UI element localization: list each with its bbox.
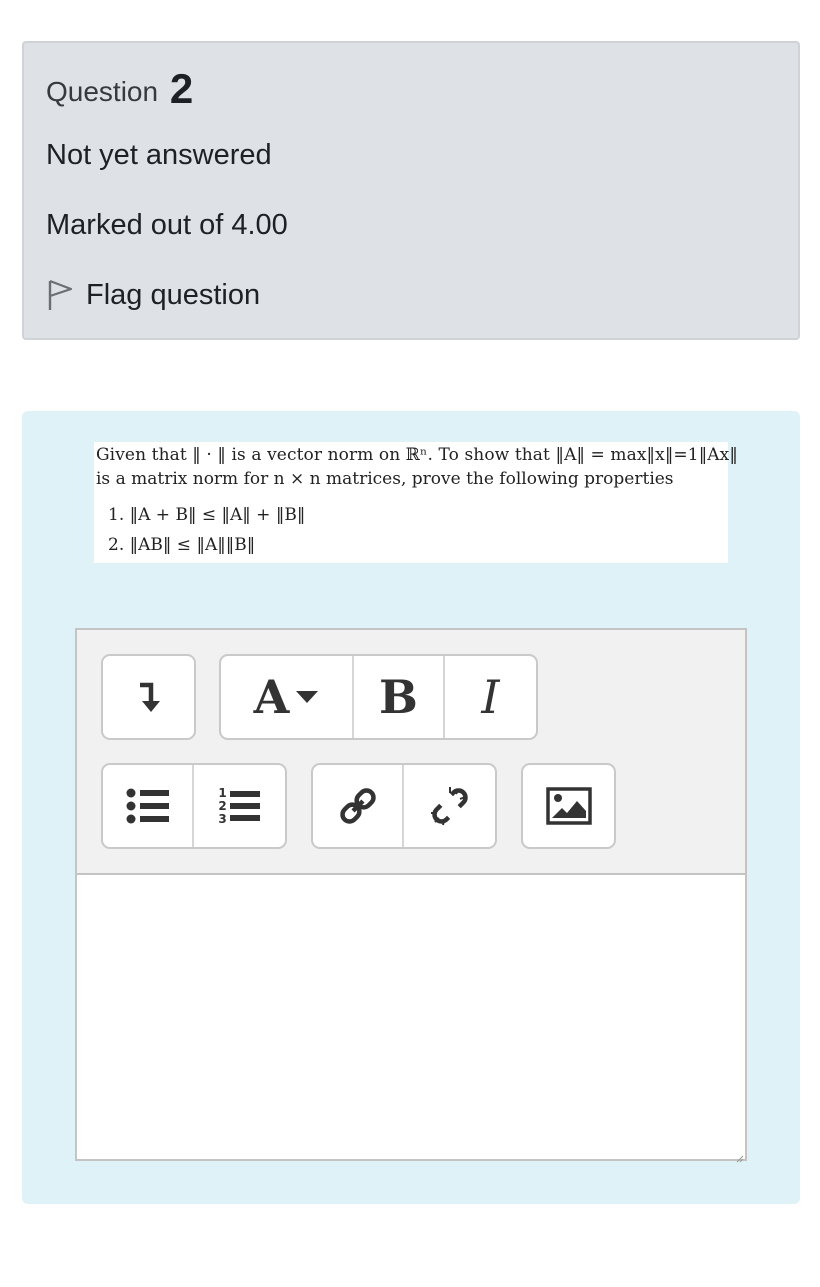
- flag-question-link[interactable]: Flag question: [44, 277, 260, 313]
- paragraph-styles-label: A: [253, 670, 290, 724]
- paragraph-styles-button[interactable]: A: [221, 656, 354, 738]
- question-number: 2: [169, 65, 194, 112]
- list-number: 1: [218, 785, 227, 800]
- numbered-list-icon: 1 2 3: [218, 785, 260, 826]
- property-item: 1. ‖A + B‖ ≤ ‖A‖ + ‖B‖: [108, 505, 306, 525]
- question-intro-line2: is a matrix norm for n × n matrices, pro…: [96, 469, 674, 489]
- question-text-image: Given that ‖ · ‖ is a vector norm on ℝⁿ.…: [94, 442, 738, 563]
- flag-outline-icon: [44, 277, 74, 313]
- toolbar-group-more: [101, 654, 196, 740]
- bold-button[interactable]: B: [354, 656, 445, 738]
- toolbar-group-lists: 1 2 3: [101, 763, 287, 849]
- question-info-panel: Question 2 Not yet answered Marked out o…: [22, 41, 800, 340]
- answer-editor: A B I 1 2 3: [75, 628, 747, 1163]
- question-intro-line1: Given that ‖ · ‖ is a vector norm on ℝⁿ.…: [96, 445, 738, 465]
- list-number: 2: [218, 798, 227, 813]
- unlink-icon: [429, 785, 471, 827]
- flag-question-label: Flag question: [86, 278, 261, 311]
- unlink-button[interactable]: [404, 765, 495, 847]
- link-button[interactable]: [313, 765, 404, 847]
- editor-toolbar: A B I 1 2 3: [77, 630, 745, 875]
- toolbar-group-style: A B I: [219, 654, 538, 740]
- italic-button[interactable]: I: [445, 656, 536, 738]
- question-grade: Marked out of 4.00: [46, 209, 288, 241]
- link-icon: [338, 786, 378, 826]
- toolbar-group-media: [521, 763, 616, 849]
- bold-label: B: [379, 670, 418, 724]
- italic-label: I: [481, 670, 500, 724]
- answer-text-area[interactable]: [77, 875, 745, 1159]
- caret-down-icon: [295, 690, 319, 704]
- image-button[interactable]: [523, 765, 614, 847]
- property-item: 2. ‖AB‖ ≤ ‖A‖‖B‖: [108, 535, 256, 555]
- resize-grip-icon[interactable]: [736, 1150, 744, 1163]
- question-content-panel: Given that ‖ · ‖ is a vector norm on ℝⁿ.…: [22, 411, 800, 1204]
- toolbar-group-links: [311, 763, 497, 849]
- show-more-buttons-button[interactable]: [103, 656, 194, 738]
- ordered-list-button[interactable]: 1 2 3: [194, 765, 285, 847]
- unordered-list-button[interactable]: [103, 765, 194, 847]
- bullet-list-icon: [126, 788, 170, 824]
- question-word: Question: [46, 76, 159, 107]
- question-heading: Question 2: [46, 65, 193, 113]
- image-icon: [545, 787, 592, 825]
- arrow-down-return-icon: [136, 679, 162, 715]
- list-number: 3: [218, 811, 227, 826]
- question-state: Not yet answered: [46, 139, 272, 171]
